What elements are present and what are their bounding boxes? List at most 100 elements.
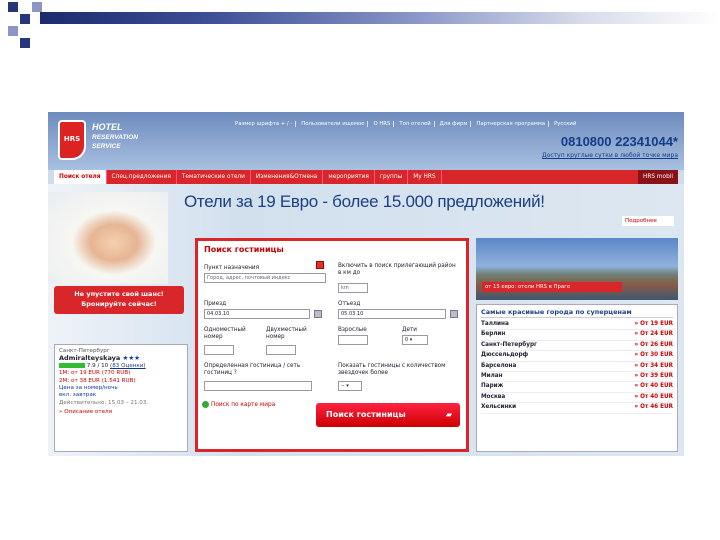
departure-label: Отъезд (338, 301, 361, 307)
nav-tab-changes[interactable]: Изменения&Отмена (251, 170, 324, 184)
star-rating: ★★★ (122, 354, 141, 363)
destination-input[interactable]: Город, адрес, почтовый индекс (204, 273, 326, 283)
list-item[interactable]: Дюссельдорф » От 30 EUR (481, 351, 673, 362)
double-room-label: Двухместный номер (266, 327, 307, 340)
promo-line: Не упустите свой шанс! (74, 290, 164, 298)
city-name: Санкт-Петербург (481, 341, 538, 348)
city-name: Берлин (481, 331, 506, 338)
stars-select[interactable]: -- ▾ (338, 381, 362, 391)
nav-tab-offers[interactable]: Спец.предложения (107, 170, 177, 184)
list-item[interactable]: Париж » От 40 EUR (481, 382, 673, 393)
nearby-label: Включить в поиск прилегающий район в км … (338, 263, 456, 276)
deco-square (8, 26, 18, 36)
map-search-link[interactable]: Поиск по карте мира (202, 401, 275, 408)
children-select[interactable]: 0 ▾ (402, 335, 428, 345)
city-price: » От 30 EUR (634, 352, 673, 359)
main-nav: Поиск отеля Спец.предложения Тематически… (54, 170, 678, 184)
list-item[interactable]: Милан » От 39 EUR (481, 372, 673, 383)
nav-tab-groups[interactable]: группы (375, 170, 409, 184)
phone-note[interactable]: Доступ круглые сутки в любой точке мира (542, 152, 678, 159)
city-name: Хельсинки (481, 404, 517, 411)
deco-square (20, 38, 30, 48)
logo-line: RESERVATION (92, 134, 138, 141)
promo-badge[interactable]: Не упустите свой шанс! Бронируйте сейчас… (54, 286, 184, 314)
city-price: » От 40 EUR (634, 383, 673, 390)
logo-line: SERVICE (92, 143, 121, 150)
chevron-down-icon: ▾ (409, 337, 413, 343)
list-item[interactable]: Таллина » От 19 EUR (481, 320, 673, 331)
users-link[interactable]: Пользователи ищемое (298, 121, 369, 127)
list-item[interactable]: Москва » От 40 EUR (481, 393, 673, 404)
city-price: » От 39 EUR (634, 373, 673, 380)
nav-tab-my-hrs[interactable]: My HRS (408, 170, 442, 184)
single-room-input[interactable] (204, 345, 234, 355)
bed-icon: ▰ (445, 410, 452, 419)
city-deals-list: Самые красивые города по суперценам Талл… (476, 304, 678, 452)
city-price: » От 19 EUR (634, 321, 673, 327)
list-item[interactable]: Барселона » От 34 EUR (481, 362, 673, 373)
deco-square (8, 2, 18, 12)
list-item[interactable]: Хельсинки » От 46 EUR (481, 403, 673, 414)
phone-number: 0810800 22341044* (560, 134, 678, 149)
km-select[interactable]: km (338, 283, 368, 293)
price-double: 2M: от 38 EUR (1.541 RUB) (59, 377, 136, 384)
deco-square (20, 14, 30, 24)
validity-note: Действительно: 15.03 – 21.03. (59, 399, 149, 406)
city-price: » От 24 EUR (634, 331, 673, 338)
calendar-icon[interactable] (450, 310, 458, 318)
top-links: Размер шрифта + / - Пользователи ищемое … (232, 118, 579, 130)
nav-tab-theme-hotels[interactable]: Тематические отели (177, 170, 251, 184)
adults-input[interactable] (338, 335, 368, 345)
city-name: Таллина (481, 321, 509, 327)
arrow-icon: » (59, 409, 63, 416)
business-link[interactable]: Для фирм (437, 121, 472, 127)
chain-input[interactable] (204, 381, 312, 391)
list-item[interactable]: Берлин » От 24 EUR (481, 330, 673, 341)
logo-line: HOTEL (92, 122, 123, 132)
language-select[interactable]: Русский (551, 121, 579, 127)
city-price: » От 26 EUR (634, 341, 673, 348)
reviews-link[interactable]: (83 Оценки) (110, 363, 146, 369)
city-name: Дюссельдорф (481, 352, 529, 359)
info-icon[interactable] (316, 261, 324, 269)
arrival-label: Приезд (204, 301, 227, 307)
promo-line: Бронируйте сейчас! (81, 300, 157, 308)
list-item[interactable]: Санкт-Петербург » От 26 EUR (481, 341, 673, 352)
double-room-input[interactable] (266, 345, 296, 355)
arrival-input[interactable]: 04.03.10 (204, 309, 310, 319)
departure-input[interactable]: 05.03.10 (338, 309, 446, 319)
photo-caption[interactable]: от 15 евро: отели HRS в Праге (482, 282, 622, 292)
price-single: 1M: от 19 EUR (770 RUB) (59, 370, 131, 377)
top-hotels-link[interactable]: Топ отелей (396, 121, 435, 127)
rating-value: 7.9 / 10 (86, 362, 109, 369)
more-link[interactable]: Подробнее (622, 216, 674, 226)
price-note: Цена за номер/ночь (59, 385, 118, 392)
nav-tab-search[interactable]: Поиск отеля (54, 170, 107, 184)
children-label: Дети (402, 327, 417, 333)
stars-label: Показать гостиницы с количеством звездоч… (338, 363, 446, 376)
site-header: HRS HOTEL RESERVATION SERVICE Размер шри… (48, 112, 684, 170)
partner-link[interactable]: Партнерская программа (473, 121, 550, 127)
hero-photo (48, 192, 168, 284)
banner-headline: Отели за 19 Евро - более 15.000 предложе… (184, 192, 545, 211)
city-price: » От 34 EUR (634, 362, 673, 369)
rating-bar (59, 362, 85, 368)
chain-label: Определенная гостиница / сеть гостиниц ? (204, 363, 301, 376)
city-rows: Таллина » От 19 EUR Берлин » От 24 EUR Санкт… (481, 320, 673, 414)
nav-tab-mobile[interactable]: HRS mobil (637, 170, 678, 184)
search-button[interactable]: Поиск гостиницы ▰ (316, 403, 460, 427)
calendar-icon[interactable] (314, 310, 322, 318)
breakfast-note: вкл. завтрак (59, 392, 97, 399)
chevron-down-icon: ▾ (346, 383, 349, 389)
description-link[interactable]: Описание отеля (64, 409, 112, 415)
logo-text: HRS (63, 135, 81, 143)
deco-gradient-bar (40, 12, 720, 24)
city-price: » От 40 EUR (634, 393, 673, 400)
globe-icon (202, 401, 209, 408)
about-link[interactable]: О HRS (370, 121, 395, 127)
font-size-link[interactable]: Размер шрифта + / - (232, 121, 297, 127)
hotel-name[interactable]: Admiralteyskaya (59, 354, 120, 362)
nav-tab-events[interactable]: мероприятия (323, 170, 375, 184)
city-list-title: Самые красивые города по суперценам (481, 308, 673, 318)
city-price: » От 46 EUR (634, 404, 673, 411)
